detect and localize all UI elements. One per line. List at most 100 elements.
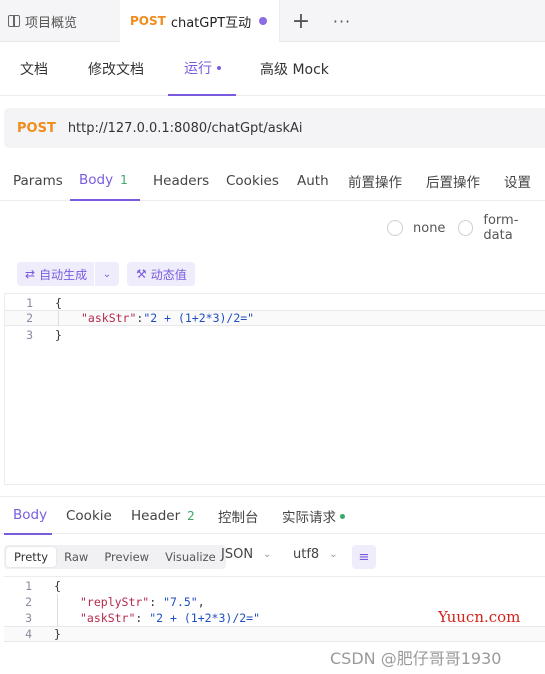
indent-guide xyxy=(57,594,58,626)
json-key: "replyStr" xyxy=(80,595,150,609)
auto-generate-label: 自动生成 xyxy=(39,267,88,282)
code-text: "askStr": "2 + (1+2*3)/2=" xyxy=(80,611,260,625)
code-line: 3 } xyxy=(5,327,545,343)
view-mode-segmented-control: Pretty Raw Preview Visualize xyxy=(4,545,226,569)
request-url-bar[interactable]: POST http://127.0.0.1:8080/chatGpt/askAi xyxy=(4,108,545,148)
tab-post-processors-label: 后置操作 xyxy=(426,174,480,191)
chevron-down-icon: ⌄ xyxy=(329,549,338,560)
tab-headers-label: Headers xyxy=(153,172,210,189)
response-tab-body-label: Body xyxy=(13,507,48,523)
response-tab-actual-request[interactable]: 实际请求 xyxy=(282,497,345,535)
encoding-select[interactable]: utf8 ⌄ xyxy=(293,547,338,562)
subnav-item-edit-doc[interactable]: 修改文档 xyxy=(88,42,144,96)
code-line: 4 } xyxy=(4,626,545,642)
refresh-icon: ⇄ xyxy=(25,267,36,281)
view-mode-preview[interactable]: Preview xyxy=(96,547,157,567)
line-number: 2 xyxy=(25,595,32,609)
run-active-dot-icon xyxy=(217,66,221,70)
tab-method-label: POST xyxy=(130,14,166,28)
body-type-form-data-label: form-data xyxy=(483,213,519,243)
radio-circle-icon xyxy=(387,220,403,236)
code-text: "askStr":"2 + (1+2*3)/2=" xyxy=(81,311,254,325)
status-dot-icon xyxy=(340,513,345,519)
tab-title-label: chatGPT互动 xyxy=(170,15,252,31)
response-tab-body[interactable]: Body xyxy=(4,497,52,535)
overview-icon xyxy=(8,15,20,27)
json-separator: : xyxy=(135,611,150,625)
response-header-count-badge: 2 xyxy=(187,509,195,523)
tab-settings-label: 设置 xyxy=(504,174,531,191)
unsaved-dot-icon xyxy=(259,17,267,25)
line-number: 1 xyxy=(26,296,33,310)
request-tabs: Params Body 1 Headers Cookies Auth 前置操作 … xyxy=(0,160,545,201)
wrap-lines-icon: ≡ xyxy=(358,549,370,565)
tab-pre-processors[interactable]: 前置操作 xyxy=(348,160,402,201)
subnav-item-doc[interactable]: 文档 xyxy=(20,42,48,96)
code-text: } xyxy=(54,627,61,641)
line-number: 3 xyxy=(26,328,33,342)
auto-generate-button[interactable]: ⇄ 自动生成 xyxy=(17,262,95,286)
view-mode-visualize[interactable]: Visualize xyxy=(157,547,224,567)
line-number: 3 xyxy=(25,611,32,625)
tab-params[interactable]: Params xyxy=(13,160,63,201)
api-sub-nav: 文档 修改文档 运行 高级 Mock xyxy=(0,42,545,96)
request-body-editor[interactable]: 1 { 2 "askStr":"2 + (1+2*3)/2=" 3 } xyxy=(4,293,545,485)
json-value: "2 + (1+2*3)/2=" xyxy=(143,311,255,325)
subnav-item-run[interactable]: 运行 xyxy=(168,42,236,96)
csdn-watermark: CSDN @肥仔哥哥1930 xyxy=(330,649,502,668)
view-mode-raw[interactable]: Raw xyxy=(56,547,96,567)
format-select[interactable]: JSON ⌄ xyxy=(221,547,271,562)
subnav-advanced-mock-label: 高级 Mock xyxy=(260,62,329,78)
request-method-label[interactable]: POST xyxy=(17,121,56,136)
line-number: 1 xyxy=(25,579,32,593)
format-select-value: JSON xyxy=(221,547,254,562)
word-wrap-button[interactable]: ≡ xyxy=(352,545,376,569)
body-type-none-label: none xyxy=(413,220,446,236)
tab-settings[interactable]: 设置 xyxy=(504,160,531,201)
chevron-down-icon: ⌄ xyxy=(263,549,272,560)
body-type-form-data-radio[interactable]: form-data xyxy=(458,213,545,243)
code-text: } xyxy=(55,328,62,342)
tab-body-count-badge: 1 xyxy=(120,172,128,187)
line-number: 2 xyxy=(26,311,33,325)
code-text: { xyxy=(54,579,61,593)
tab-cookies-label: Cookies xyxy=(226,172,279,189)
json-key: "askStr" xyxy=(81,311,137,325)
request-url-input[interactable]: http://127.0.0.1:8080/chatGpt/askAi xyxy=(68,121,303,136)
subnav-item-advanced-mock[interactable]: 高级 Mock xyxy=(260,42,329,96)
tab-headers[interactable]: Headers xyxy=(153,160,209,201)
body-type-none-radio[interactable]: none xyxy=(387,219,445,237)
dynamic-value-button[interactable]: ⚒ 动态值 xyxy=(127,262,195,286)
response-tab-cookie[interactable]: Cookie xyxy=(66,497,112,535)
response-tab-cookie-label: Cookie xyxy=(66,508,112,524)
new-tab-button[interactable]: + xyxy=(288,6,314,36)
tab-pre-processors-label: 前置操作 xyxy=(348,174,402,191)
response-tab-header[interactable]: Header 2 xyxy=(131,497,195,535)
radio-circle-icon xyxy=(458,220,474,236)
json-value: "7.5" xyxy=(163,595,198,609)
code-line: 2 "askStr":"2 + (1+2*3)/2=" xyxy=(5,310,545,326)
tab-post-processors[interactable]: 后置操作 xyxy=(426,160,480,201)
tab-body-label: Body xyxy=(79,171,114,188)
tab-auth-label: Auth xyxy=(297,172,329,189)
subnav-run-label: 运行 xyxy=(184,61,212,77)
code-text: "replyStr": "7.5", xyxy=(80,595,205,609)
response-tab-console[interactable]: 控制台 xyxy=(218,497,259,535)
more-tabs-button[interactable]: ··· xyxy=(330,6,354,36)
code-line: 1 { xyxy=(4,578,545,594)
tab-auth[interactable]: Auth xyxy=(297,160,329,201)
json-trailing-comma: , xyxy=(197,595,205,609)
subnav-doc-label: 文档 xyxy=(20,62,48,78)
view-mode-pretty[interactable]: Pretty xyxy=(6,547,57,567)
tab-params-label: Params xyxy=(13,172,63,189)
json-separator: : xyxy=(149,595,164,609)
tab-body[interactable]: Body 1 xyxy=(70,160,140,201)
response-tabs: Body Cookie Header 2 控制台 实际请求 xyxy=(0,496,545,535)
auto-generate-button-group: ⇄ 自动生成 ⌄ xyxy=(17,262,119,286)
tab-cookies[interactable]: Cookies xyxy=(226,160,279,201)
chevron-down-icon[interactable]: ⌄ xyxy=(95,269,119,280)
tab-project-overview[interactable]: 项目概览 xyxy=(0,0,118,42)
top-tab-bar: 项目概览 POST chatGPT互动 + ··· xyxy=(0,0,545,42)
magic-wand-icon: ⚒ xyxy=(136,267,147,281)
tab-chatgpt-request[interactable]: POST chatGPT互动 xyxy=(120,0,280,42)
